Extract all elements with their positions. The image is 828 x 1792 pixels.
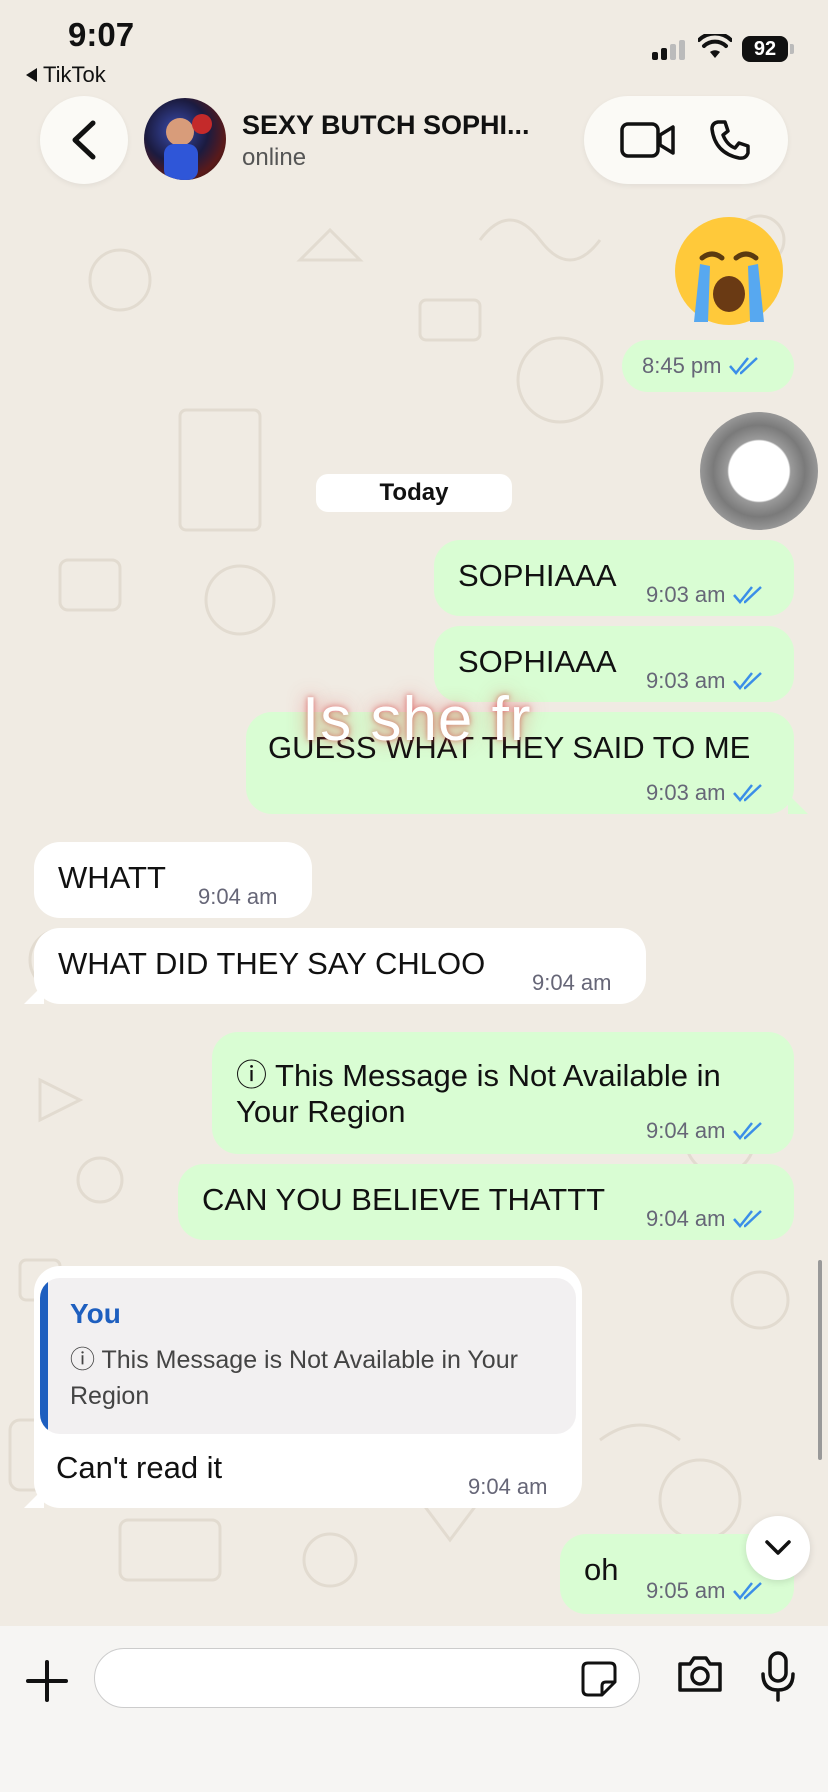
contact-avatar[interactable] bbox=[144, 98, 226, 180]
message-input[interactable] bbox=[115, 1659, 565, 1699]
quote-accent-bar bbox=[40, 1278, 48, 1434]
message-bubble-outgoing[interactable]: 8:45 pm bbox=[622, 340, 794, 392]
back-chevron-icon bbox=[72, 120, 96, 160]
message-text: WHATT bbox=[58, 860, 166, 895]
message-bubble-outgoing[interactable]: ⓘ This Message is Not Available in Your … bbox=[212, 1032, 794, 1154]
message-text: oh bbox=[584, 1552, 619, 1587]
message-input-field[interactable] bbox=[94, 1648, 640, 1708]
video-overlay-caption: Is she fr bbox=[302, 685, 532, 754]
message-time: 9:04 am bbox=[646, 1206, 726, 1231]
back-app-label: TikTok bbox=[43, 62, 106, 87]
status-time: 9:07 bbox=[68, 16, 135, 53]
quote-author: You bbox=[70, 1298, 121, 1329]
quote-text: ⓘ This Message is Not Available in Your … bbox=[70, 1346, 518, 1410]
plus-icon[interactable] bbox=[22, 1656, 72, 1706]
message-text: CAN YOU BELIEVE THATTT bbox=[202, 1182, 606, 1217]
double-tick-icon bbox=[732, 1582, 762, 1600]
battery-indicator: 92 bbox=[742, 36, 788, 62]
back-to-app-link[interactable]: TikTok bbox=[26, 62, 106, 88]
message-bubble-outgoing[interactable]: CAN YOU BELIEVE THATTT 9:04 am bbox=[178, 1164, 794, 1240]
camera-shutter-button[interactable] bbox=[700, 412, 818, 530]
message-time: 9:04 am bbox=[468, 1474, 548, 1499]
double-tick-icon bbox=[732, 784, 762, 802]
message-time: 9:05 am bbox=[646, 1578, 726, 1603]
contact-name[interactable]: SEXY BUTCH SOPHI... bbox=[242, 110, 530, 141]
message-time: 9:04 am bbox=[532, 970, 612, 995]
back-button[interactable] bbox=[40, 96, 128, 184]
message-time: 8:45 pm bbox=[642, 353, 722, 378]
message-text: Can't read it bbox=[56, 1450, 223, 1485]
double-tick-icon bbox=[732, 1210, 762, 1228]
message-time: 9:03 am bbox=[646, 582, 726, 607]
sticker-icon[interactable] bbox=[580, 1660, 618, 1698]
message-time: 9:03 am bbox=[646, 668, 726, 693]
video-call-icon[interactable] bbox=[620, 121, 676, 159]
cellular-signal-icon bbox=[652, 38, 685, 60]
battery-tip bbox=[790, 44, 794, 54]
contact-status: online bbox=[242, 144, 307, 171]
scrollbar[interactable] bbox=[818, 1260, 822, 1460]
double-tick-icon bbox=[728, 357, 758, 375]
message-text: WHAT DID THEY SAY CHLOO bbox=[58, 946, 486, 981]
message-bubble-incoming[interactable]: WHATT 9:04 am bbox=[34, 842, 312, 918]
message-bubble-incoming[interactable]: WHAT DID THEY SAY CHLOO 9:04 am bbox=[34, 928, 646, 1004]
date-divider: Today bbox=[316, 474, 512, 512]
back-triangle-icon bbox=[26, 68, 37, 82]
message-time: 9:04 am bbox=[198, 884, 278, 909]
wifi-icon bbox=[697, 31, 733, 65]
message-text-line-2: Your Region bbox=[236, 1094, 406, 1129]
message-text: SOPHIAAA bbox=[458, 558, 617, 593]
quoted-message[interactable]: You ⓘ This Message is Not Available in Y… bbox=[40, 1278, 576, 1434]
double-tick-icon bbox=[732, 1122, 762, 1140]
message-time: 9:03 am bbox=[646, 780, 726, 805]
chevron-down-icon bbox=[765, 1540, 791, 1555]
message-bubble-outgoing[interactable]: SOPHIAAA 9:03 am bbox=[434, 540, 794, 616]
mic-icon[interactable] bbox=[758, 1650, 798, 1702]
message-text-line-1: ⓘ This Message is Not Available in bbox=[236, 1058, 721, 1093]
crying-face-emoji bbox=[675, 217, 783, 325]
message-time: 9:04 am bbox=[646, 1118, 726, 1143]
camera-icon[interactable] bbox=[676, 1654, 724, 1694]
double-tick-icon bbox=[732, 672, 762, 690]
double-tick-icon bbox=[732, 586, 762, 604]
scroll-to-bottom-button[interactable] bbox=[746, 1516, 810, 1580]
voice-call-icon[interactable] bbox=[708, 118, 752, 162]
message-text: SOPHIAAA bbox=[458, 644, 617, 679]
call-actions bbox=[584, 96, 788, 184]
